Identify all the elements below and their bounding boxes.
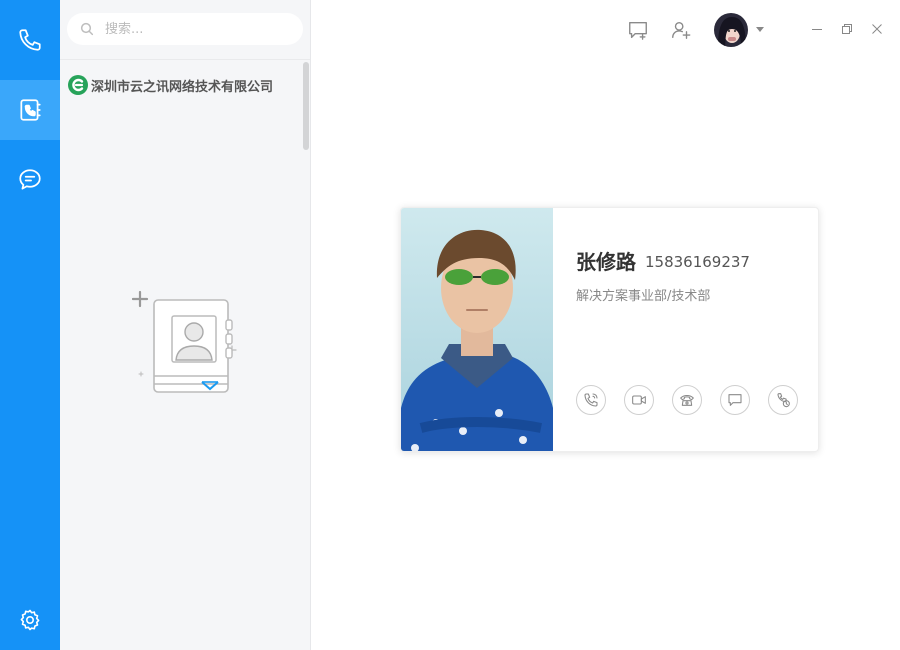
video-call-button[interactable]	[624, 385, 654, 415]
settings-button[interactable]	[0, 590, 60, 650]
panel-scrollbar[interactable]	[303, 62, 309, 150]
nav-contacts[interactable]	[0, 80, 60, 140]
nav-rail	[0, 0, 60, 650]
nav-calls[interactable]	[0, 10, 60, 70]
gear-icon	[20, 609, 40, 631]
contacts-panel: 深圳市云之讯网络技术有限公司	[60, 0, 311, 650]
voice-call-icon	[584, 393, 598, 407]
voice-call-button[interactable]	[576, 385, 606, 415]
message-button[interactable]	[720, 385, 750, 415]
contact-department: 解决方案事业部/技术部	[576, 289, 711, 304]
org-logo-icon	[68, 75, 88, 95]
org-item[interactable]: 深圳市云之讯网络技术有限公司	[68, 75, 273, 95]
callback-icon	[777, 393, 790, 408]
nav-messages[interactable]	[0, 150, 60, 210]
add-contact-icon	[672, 21, 691, 39]
chat-bubble-icon	[19, 169, 41, 190]
callback-button[interactable]	[768, 385, 798, 415]
search-icon	[80, 22, 94, 36]
close-icon	[872, 24, 882, 34]
contacts-book-icon	[20, 99, 41, 121]
contact-actions	[576, 385, 798, 415]
avatar-photo	[714, 13, 748, 47]
contact-phone: 15836169237	[645, 253, 750, 271]
new-chat-button[interactable]	[626, 18, 650, 42]
panel-divider	[60, 59, 310, 60]
add-contact-button[interactable]	[669, 18, 693, 42]
new-chat-icon	[629, 21, 647, 40]
landline-call-button[interactable]	[672, 385, 702, 415]
restore-icon	[842, 24, 852, 34]
search-input[interactable]	[103, 20, 287, 38]
search-box	[67, 13, 303, 45]
message-icon	[728, 394, 742, 406]
restore-button[interactable]	[838, 20, 856, 38]
contact-name: 张修路	[576, 250, 636, 274]
user-avatar[interactable]	[714, 13, 748, 47]
org-name: 深圳市云之讯网络技术有限公司	[91, 79, 274, 95]
contact-card: 张修路 15836169237 解决方案事业部/技术部	[400, 207, 819, 452]
empty-contacts-illustration	[132, 290, 237, 393]
minimize-icon	[812, 29, 822, 30]
contact-photo	[401, 208, 553, 451]
close-button[interactable]	[868, 20, 886, 38]
chevron-down-icon[interactable]	[756, 27, 764, 32]
video-call-icon	[632, 395, 646, 405]
landline-call-icon	[680, 394, 694, 406]
phone-icon	[19, 29, 41, 51]
minimize-button[interactable]	[808, 20, 826, 38]
